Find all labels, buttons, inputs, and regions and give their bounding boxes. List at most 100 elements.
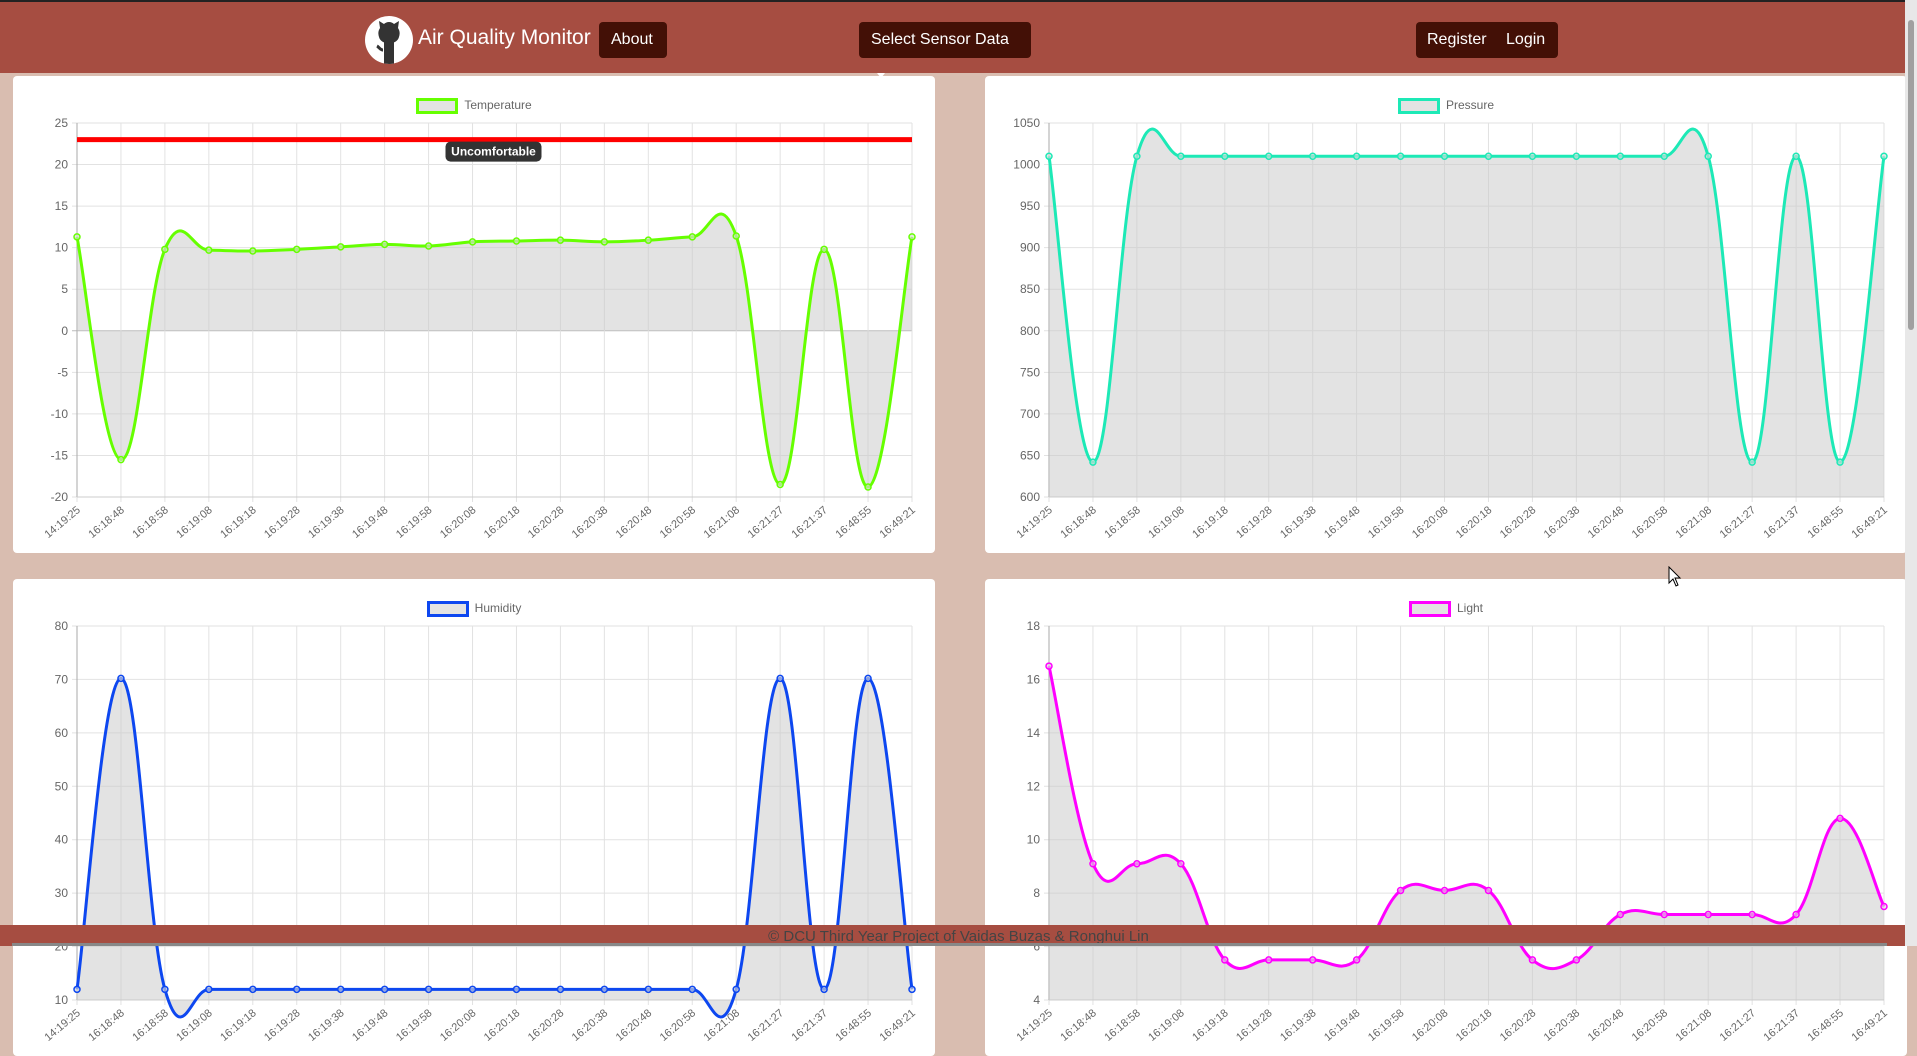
data-point xyxy=(336,243,345,251)
vertical-scrollbar[interactable] xyxy=(1905,0,1917,946)
data-point xyxy=(73,233,81,241)
brand-title[interactable]: Air Quality Monitor xyxy=(418,26,591,50)
x-tick-label: 16:21:27 xyxy=(1718,1007,1759,1044)
data-point xyxy=(380,985,389,994)
y-tick-label: 750 xyxy=(1020,365,1040,379)
data-point xyxy=(908,985,916,994)
data-point xyxy=(600,985,609,994)
x-tick-label: 16:19:58 xyxy=(394,1007,435,1044)
x-tick-label: 16:19:48 xyxy=(1322,1007,1363,1044)
register-link[interactable]: Register xyxy=(1427,31,1487,48)
x-tick-label: 16:19:58 xyxy=(1366,504,1407,541)
x-tick-label: 16:20:28 xyxy=(526,1007,567,1044)
y-tick-label: 60 xyxy=(55,726,69,740)
x-tick-label: 16:20:48 xyxy=(1586,1007,1627,1044)
x-tick-label: 16:20:18 xyxy=(1454,504,1495,541)
data-point xyxy=(600,238,609,246)
data-point xyxy=(1484,886,1493,895)
x-tick-label: 16:19:28 xyxy=(1234,1007,1275,1044)
data-point xyxy=(1440,152,1449,160)
data-point xyxy=(1221,956,1229,964)
data-point xyxy=(556,236,565,244)
humidity-chart: 807060504030201014:19:25 16:18:48 16:18:58… xyxy=(42,619,918,1044)
data-point xyxy=(1352,152,1361,160)
data-point xyxy=(161,985,169,994)
scrollbar-thumb[interactable] xyxy=(1908,20,1914,330)
y-tick-label: 850 xyxy=(1020,282,1040,296)
x-tick-label: 16:19:28 xyxy=(1234,504,1275,541)
pressure-chart-card: Pressure 1050 1000 950 900 850 800 750 700 650 600… xyxy=(985,76,1907,553)
data-point xyxy=(1704,910,1712,919)
x-tick-label: 16:20:08 xyxy=(438,1007,479,1044)
data-point xyxy=(1396,152,1405,160)
x-tick-label: 16:20:18 xyxy=(482,504,523,541)
x-tick-label: 16:20:28 xyxy=(526,504,567,541)
x-tick-label: 16:21:37 xyxy=(790,504,831,541)
data-point xyxy=(1133,860,1141,868)
y-tick-label: 700 xyxy=(1020,407,1040,421)
data-point xyxy=(336,985,345,994)
y-tick-label: 10 xyxy=(55,241,69,255)
x-tick-label: 14:19:25 xyxy=(42,504,83,541)
x-tick-label: 16:20:18 xyxy=(482,1007,523,1044)
data-point xyxy=(688,985,697,994)
x-tick-label: 16:21:37 xyxy=(790,1007,831,1044)
x-tick-label: 16:20:48 xyxy=(1586,504,1627,541)
x-tick-label: 16:20:38 xyxy=(1542,504,1583,541)
x-tick-label: 16:20:28 xyxy=(1498,504,1539,541)
y-tick-label: 14 xyxy=(1027,726,1041,740)
data-point xyxy=(468,985,477,994)
login-link[interactable]: Login xyxy=(1506,31,1545,48)
data-point xyxy=(644,236,653,244)
x-tick-label: 16:19:28 xyxy=(262,504,303,541)
series-area xyxy=(77,214,912,488)
x-tick-label: 16:18:58 xyxy=(130,1007,171,1044)
github-logo-icon[interactable] xyxy=(365,16,413,64)
y-tick-label: 25 xyxy=(55,116,69,130)
x-tick-label: 16:48:55 xyxy=(1805,1007,1846,1044)
x-tick-label: 16:48:55 xyxy=(833,504,874,541)
y-tick-label: 10 xyxy=(1027,833,1041,847)
x-tick-label: 16:20:58 xyxy=(1630,504,1671,541)
select-sensor-dropdown[interactable]: Select Sensor Data xyxy=(859,22,1031,79)
x-tick-label: 16:18:58 xyxy=(1102,1007,1143,1044)
y-tick-label: 20 xyxy=(55,158,69,172)
y-tick-label: 8 xyxy=(1033,886,1040,900)
data-point xyxy=(1308,152,1317,160)
x-tick-label: 16:19:18 xyxy=(218,1007,259,1044)
data-point xyxy=(117,674,125,683)
data-point xyxy=(205,246,213,254)
x-tick-label: 16:19:08 xyxy=(174,504,215,541)
data-point xyxy=(1616,152,1625,160)
y-tick-label: 4 xyxy=(1033,993,1040,1007)
x-tick-label: 16:48:55 xyxy=(1805,504,1846,541)
x-tick-label: 16:49:21 xyxy=(877,1007,918,1044)
x-tick-label: 16:18:58 xyxy=(1102,504,1143,541)
pressure-chart: 1050 1000 950 900 850 800 750 700 650 60014:19:25… xyxy=(1013,116,1890,541)
x-tick-label: 16:18:58 xyxy=(130,504,171,541)
x-tick-label: 16:20:08 xyxy=(1410,1007,1451,1044)
x-tick-label: 16:20:58 xyxy=(1630,1007,1671,1044)
data-point xyxy=(1880,902,1888,911)
x-tick-label: 16:19:18 xyxy=(218,504,259,541)
data-point xyxy=(512,237,521,245)
light-chart-card: Light 18 16 14 12 10 8 6 4 14:19:25 16:18:48 16:18:… xyxy=(985,579,1907,1056)
temperature-chart: 2520151050-5-10-15-2014:19:25 16:18:48 16:… xyxy=(42,116,918,541)
data-point xyxy=(424,242,433,250)
y-tick-label: 15 xyxy=(55,199,69,213)
data-point xyxy=(512,985,521,994)
y-tick-label: -15 xyxy=(51,448,69,462)
y-tick-label: 600 xyxy=(1020,490,1040,504)
data-point xyxy=(1264,956,1273,964)
x-tick-label: 16:20:58 xyxy=(658,1007,699,1044)
x-tick-label: 16:49:21 xyxy=(1849,1007,1890,1044)
x-tick-label: 14:19:25 xyxy=(42,1007,83,1044)
data-point xyxy=(1704,152,1712,160)
x-tick-label: 16:20:38 xyxy=(1542,1007,1583,1044)
data-point xyxy=(1045,152,1053,160)
data-point xyxy=(292,985,301,994)
x-tick-label: 16:19:58 xyxy=(394,504,435,541)
data-point xyxy=(468,238,477,246)
about-button[interactable]: About xyxy=(599,22,667,58)
data-point xyxy=(1572,152,1581,160)
